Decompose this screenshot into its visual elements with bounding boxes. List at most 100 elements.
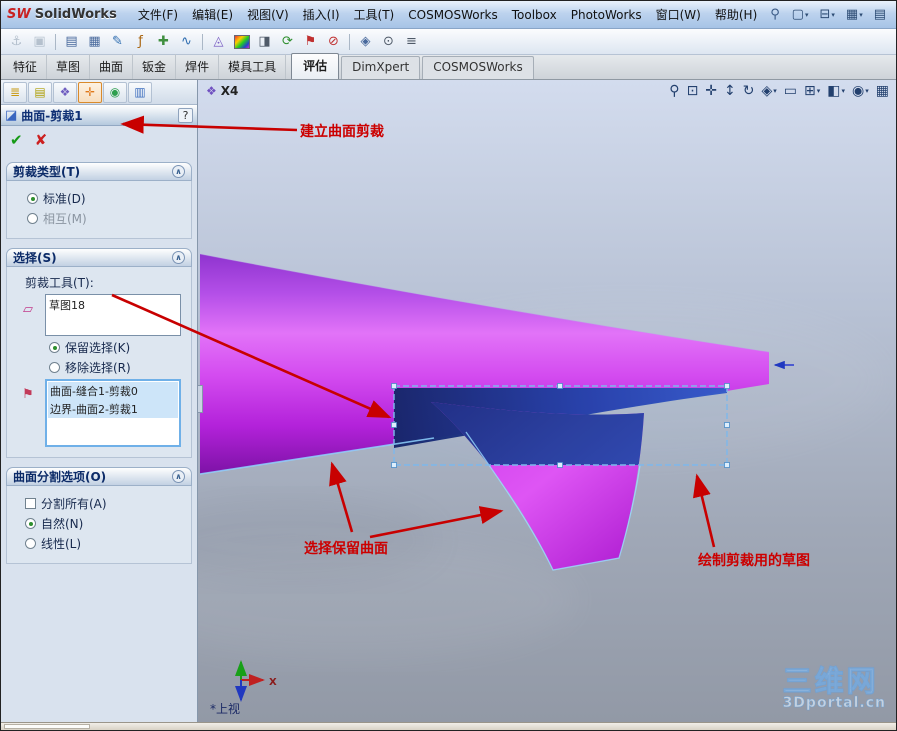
section-header[interactable]: 曲面分割选项(O) ∧ [6, 467, 192, 486]
add-icon[interactable]: ✚ [153, 32, 174, 52]
display-manager-icon[interactable]: ▥ [128, 81, 152, 103]
radio-linear[interactable]: 线性(L) [25, 535, 187, 552]
pan-icon[interactable]: ✛ [705, 83, 717, 99]
radio-keep-selections[interactable]: 保留选择(K) [49, 339, 187, 356]
dimxpert-manager-icon[interactable]: ◉ [103, 81, 127, 103]
rebuild-icon[interactable]: ⟳ [277, 32, 298, 52]
3d-viewport-canvas[interactable]: X [198, 80, 896, 722]
section-trim-type: 剪裁类型(T) ∧ 标准(D) 相互(M) [6, 162, 192, 239]
anchor-icon[interactable]: ⚓ [6, 32, 27, 52]
solidworks-logo: SW SolidWorks [7, 7, 117, 22]
collapse-button[interactable]: ∧ [172, 251, 185, 264]
section-header[interactable]: 剪裁类型(T) ∧ [6, 162, 192, 181]
open-icon: ⊟ [819, 7, 831, 22]
sheet-icon[interactable]: ▤ [61, 32, 82, 52]
collapse-button[interactable]: ∧ [172, 470, 185, 483]
watermark: 三维网 3Dportal.cn [782, 665, 886, 711]
section-view-icon[interactable]: ▭ [784, 83, 797, 99]
cancel-button[interactable]: ✘ [35, 131, 48, 149]
triad-x-label: X [269, 677, 277, 688]
scene-icon[interactable]: ▦ [876, 83, 889, 99]
menu-tools[interactable]: 工具(T) [347, 3, 402, 26]
list-item[interactable]: 曲面-缝合1-剪裁0 [48, 382, 178, 400]
pieces-listbox[interactable]: 曲面-缝合1-剪裁0 边界-曲面2-剪裁1 [45, 379, 181, 447]
tab-weldments[interactable]: 焊件 [176, 54, 220, 79]
menu-help[interactable]: 帮助(H) [708, 3, 764, 26]
menu-file[interactable]: 文件(F) [131, 3, 185, 26]
open-button[interactable]: ⊟ ▾ [815, 5, 838, 25]
section-icon[interactable]: ◨ [254, 32, 275, 52]
radio-label: 移除选择(R) [65, 361, 131, 375]
zoom-window-icon[interactable]: ⊡ [687, 83, 699, 99]
rotate-view-icon[interactable]: ↻ [743, 83, 755, 99]
radio-mutual[interactable]: 相互(M) [27, 210, 187, 227]
tab-sheet-metal[interactable]: 钣金 [133, 54, 177, 79]
trim-sketch-rectangle[interactable] [393, 385, 728, 466]
sketch-icon[interactable]: ✎ [107, 32, 128, 52]
solidworks-logo-icon: SW [7, 7, 31, 22]
property-sheet-icon[interactable]: ▤ [28, 81, 52, 103]
collapse-button[interactable]: ∧ [172, 165, 185, 178]
ok-button[interactable]: ✔ [10, 131, 23, 149]
equation-icon[interactable]: ƒ [130, 32, 151, 52]
menu-window[interactable]: 窗口(W) [649, 3, 708, 26]
grid-icon[interactable]: ▦ [84, 32, 105, 52]
status-box [4, 724, 90, 729]
feature-title: 曲面-剪裁1 [21, 108, 83, 123]
save-button[interactable]: ▦ ▾ [842, 5, 867, 25]
display-style-icon[interactable]: ◧ ▾ [827, 83, 845, 99]
tab-evaluate[interactable]: 评估 [291, 53, 340, 79]
tab-mold-tools[interactable]: 模具工具 [219, 54, 287, 79]
tab-sketch[interactable]: 草图 [47, 54, 91, 79]
radio-standard[interactable]: 标准(D) [27, 190, 187, 207]
section-header[interactable]: 选择(S) ∧ [6, 248, 192, 267]
zoom-fit-icon[interactable]: ⚲ [669, 83, 679, 99]
tab-surfaces[interactable]: 曲面 [90, 54, 134, 79]
feature-tree-icon[interactable]: ≣ [3, 81, 27, 103]
menu-edit[interactable]: 编辑(E) [185, 3, 240, 26]
flag-icon[interactable]: ⚑ [300, 32, 321, 52]
graphics-area[interactable]: X ❖ X4 ⚲ ⊡ ✛ ↕ ↻ ◈ ▾ ▭ ⊞ ▾ ◧ ▾ ◉ ▾ ▦ *上视… [198, 80, 896, 722]
property-manager-icon[interactable]: ✛ [78, 81, 102, 103]
menu-photoworks[interactable]: PhotoWorks [564, 5, 649, 25]
viewport-layout-icon[interactable]: ⊞ ▾ [804, 83, 820, 99]
window-icon[interactable]: ▣ [29, 32, 50, 52]
appearance-icon[interactable]: ◉ ▾ [852, 83, 869, 99]
tab-features[interactable]: 特征 [4, 54, 48, 79]
radio-natural[interactable]: 自然(N) [25, 515, 187, 532]
trim-tool-listbox[interactable]: 草图18 [45, 294, 181, 336]
checkbox-label: 分割所有(A) [41, 497, 107, 511]
new-document-button[interactable]: ▢ ▾ [788, 5, 813, 25]
section-selection: 选择(S) ∧ 剪裁工具(T): ▱ 草图18 保留选择(K) 移除选择(R) … [6, 248, 192, 458]
section-split-options: 曲面分割选项(O) ∧ 分割所有(A) 自然(N) 线性(L) [6, 467, 192, 564]
view-toolbar: ⚲ ⊡ ✛ ↕ ↻ ◈ ▾ ▭ ⊞ ▾ ◧ ▾ ◉ ▾ ▦ [669, 83, 889, 99]
target-icon[interactable]: ⊙ [378, 32, 399, 52]
view-orientation-icon[interactable]: ◈ ▾ [762, 83, 777, 99]
tab-dimxpert[interactable]: DimXpert [341, 56, 421, 79]
render-icon[interactable] [231, 32, 252, 52]
menu-view[interactable]: 视图(V) [240, 3, 296, 26]
radio-remove-selections[interactable]: 移除选择(R) [49, 359, 187, 376]
list-icon[interactable]: ≡ [401, 32, 422, 52]
panel-splitter-handle[interactable] [198, 385, 203, 413]
list-item[interactable]: 草图18 [47, 296, 179, 314]
zoom-icon[interactable]: ↕ [724, 83, 736, 99]
no-solve-icon[interactable]: ⊘ [323, 32, 344, 52]
checkbox-split-all[interactable]: 分割所有(A) [25, 495, 187, 512]
tab-cosmosworks[interactable]: COSMOSWorks [422, 56, 534, 79]
configuration-icon[interactable]: ❖ [53, 81, 77, 103]
section-title: 剪裁类型(T) [13, 165, 81, 179]
save-icon: ▦ [845, 7, 859, 22]
diamond-icon[interactable]: ◈ [355, 32, 376, 52]
help-button[interactable]: ? [178, 107, 193, 123]
list-item[interactable]: 边界-曲面2-剪裁1 [48, 400, 178, 418]
menu-insert[interactable]: 插入(I) [296, 3, 347, 26]
triangle-icon[interactable]: ◬ [208, 32, 229, 52]
chevron-down-icon: ▾ [865, 87, 869, 95]
print-button[interactable]: ▤ [870, 5, 890, 25]
search-icon[interactable]: ⚲ [770, 7, 780, 22]
radio-icon [27, 213, 38, 224]
menu-cosmosworks[interactable]: COSMOSWorks [401, 5, 505, 25]
menu-toolbox[interactable]: Toolbox [505, 5, 564, 25]
spline-icon[interactable]: ∿ [176, 32, 197, 52]
